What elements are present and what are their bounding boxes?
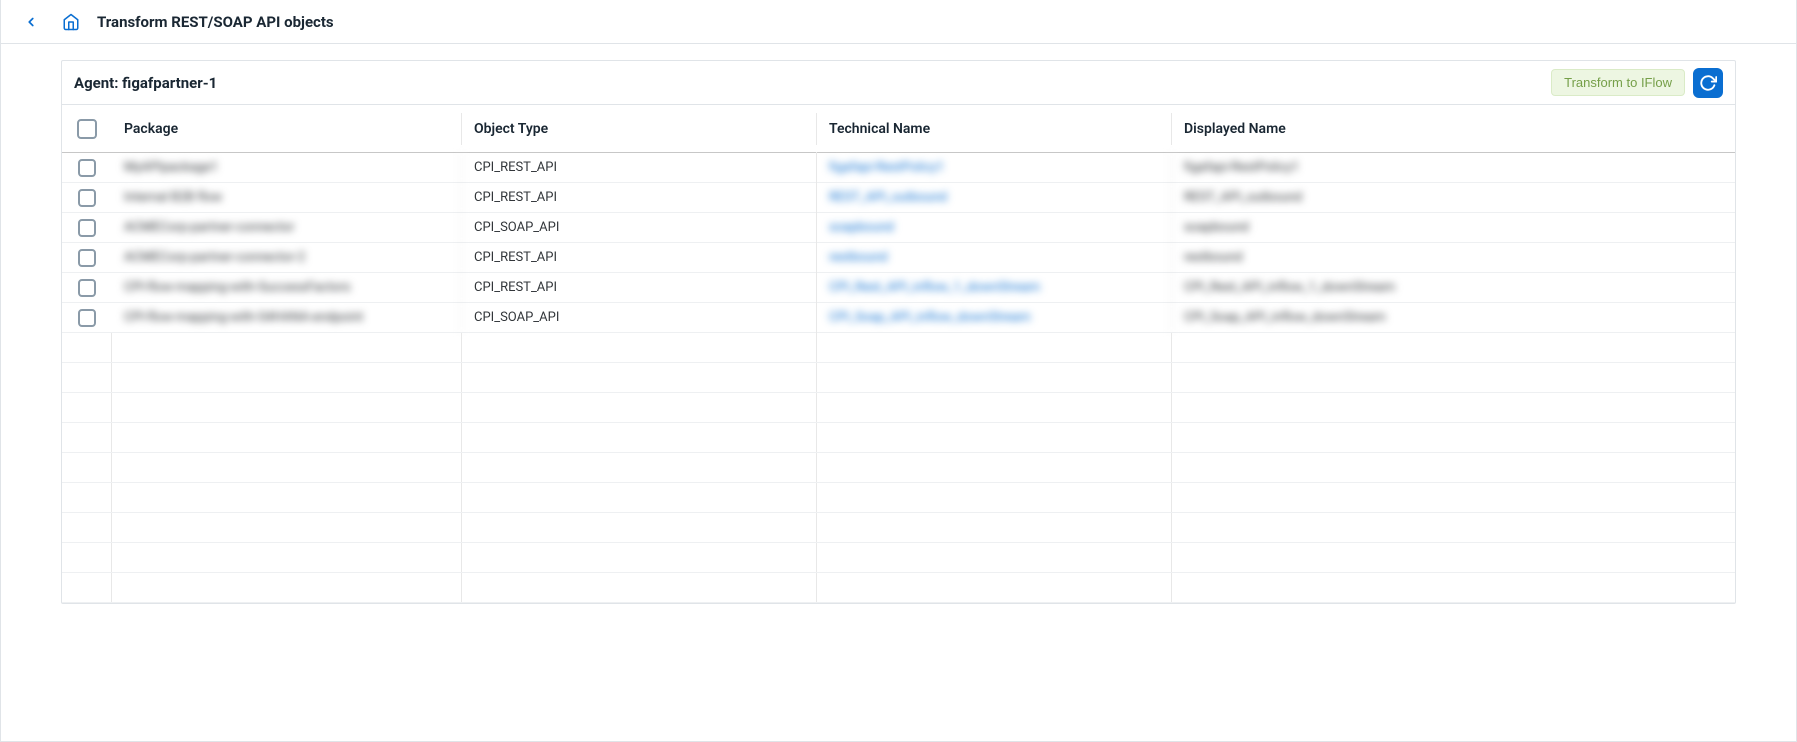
row-checkbox[interactable] [78, 159, 96, 177]
table-row[interactable]: CPI-flow-mapping-with-S4HANA-endpointCPI… [62, 303, 1735, 333]
select-all-checkbox[interactable] [77, 119, 97, 139]
header-actions: Transform to IFlow [1551, 68, 1723, 98]
table-row[interactable]: ACMECorp-partner-connector-2CPI_REST_API… [62, 243, 1735, 273]
cell-object-type: CPI_REST_API [462, 242, 817, 273]
cell-displayed-name: soapbound [1172, 212, 1735, 243]
empty-row [62, 333, 1735, 363]
table-row[interactable]: ACMECorp-partner-connectorCPI_SOAP_APIso… [62, 213, 1735, 243]
cell-object-type: CPI_REST_API [462, 152, 817, 183]
page-title: Transform REST/SOAP API objects [97, 13, 334, 31]
app-container: Transform REST/SOAP API objects Agent: f… [0, 0, 1797, 742]
cell-technical-name[interactable]: CPI_Rest_API_inflow_1_downStream [817, 272, 1172, 303]
cell-displayed-name: CPI_Rest_API_inflow_1_downStream [1172, 272, 1735, 303]
cell-object-type: CPI_SOAP_API [462, 302, 817, 333]
empty-row [62, 423, 1735, 453]
home-button[interactable] [57, 8, 85, 36]
agent-label: Agent: figafpartner-1 [74, 74, 217, 92]
empty-row [62, 573, 1735, 603]
cell-technical-name[interactable]: REST_API_outbound [817, 182, 1172, 213]
row-checkbox[interactable] [78, 189, 96, 207]
col-header-displayed-name: Displayed Name [1172, 113, 1735, 145]
col-header-technical-name: Technical Name [817, 113, 1172, 145]
cell-technical-name[interactable]: soapbound [817, 212, 1172, 243]
empty-row [62, 363, 1735, 393]
cell-displayed-name: restbound [1172, 242, 1735, 273]
cell-package: Internal B2B flow [112, 182, 462, 213]
refresh-button[interactable] [1693, 68, 1723, 98]
content-area: Agent: figafpartner-1 Transform to IFlow… [1, 44, 1796, 620]
empty-row [62, 483, 1735, 513]
cell-displayed-name: figafapi-RestPolicy1 [1172, 152, 1735, 183]
cell-package: ACMECorp-partner-connector-2 [112, 242, 462, 273]
table-row[interactable]: Internal B2B flowCPI_REST_APIREST_API_ou… [62, 183, 1735, 213]
table-row[interactable]: CPI-flow-mapping-with-SuccessFactorsCPI_… [62, 273, 1735, 303]
top-bar: Transform REST/SOAP API objects [1, 0, 1796, 44]
cell-displayed-name: REST_API_outbound [1172, 182, 1735, 213]
cell-technical-name[interactable]: CPI_Soap_API_inflow_downStream [817, 302, 1172, 333]
panel: Agent: figafpartner-1 Transform to IFlow… [61, 60, 1736, 604]
cell-technical-name[interactable]: restbound [817, 242, 1172, 273]
row-checkbox[interactable] [78, 219, 96, 237]
chevron-left-icon [24, 15, 38, 29]
row-checkbox[interactable] [78, 279, 96, 297]
row-checkbox[interactable] [78, 309, 96, 327]
transform-to-iflow-button[interactable]: Transform to IFlow [1551, 69, 1685, 96]
cell-package: ACMECorp-partner-connector [112, 212, 462, 243]
col-header-package: Package [112, 113, 462, 145]
cell-package: CPI-flow-mapping-with-S4HANA-endpoint [112, 302, 462, 333]
cell-object-type: CPI_SOAP_API [462, 212, 817, 243]
cell-object-type: CPI_REST_API [462, 182, 817, 213]
home-icon [62, 13, 80, 31]
cell-package: MyAPIpackage1 [112, 152, 462, 183]
back-button[interactable] [17, 8, 45, 36]
cell-object-type: CPI_REST_API [462, 272, 817, 303]
table-header-row: Package Object Type Technical Name Displ… [62, 105, 1735, 153]
panel-header: Agent: figafpartner-1 Transform to IFlow [62, 61, 1735, 105]
refresh-icon [1699, 74, 1717, 92]
col-header-object-type: Object Type [462, 113, 817, 145]
table-row[interactable]: MyAPIpackage1CPI_REST_APIfigafapi-RestPo… [62, 153, 1735, 183]
cell-technical-name[interactable]: figafapi-RestPolicy1 [817, 152, 1172, 183]
empty-row [62, 543, 1735, 573]
empty-row [62, 393, 1735, 423]
row-checkbox[interactable] [78, 249, 96, 267]
empty-row [62, 513, 1735, 543]
table-body: MyAPIpackage1CPI_REST_APIfigafapi-RestPo… [62, 153, 1735, 603]
cell-package: CPI-flow-mapping-with-SuccessFactors [112, 272, 462, 303]
empty-row [62, 453, 1735, 483]
cell-displayed-name: CPI_Soap_API_inflow_downStream [1172, 302, 1735, 333]
